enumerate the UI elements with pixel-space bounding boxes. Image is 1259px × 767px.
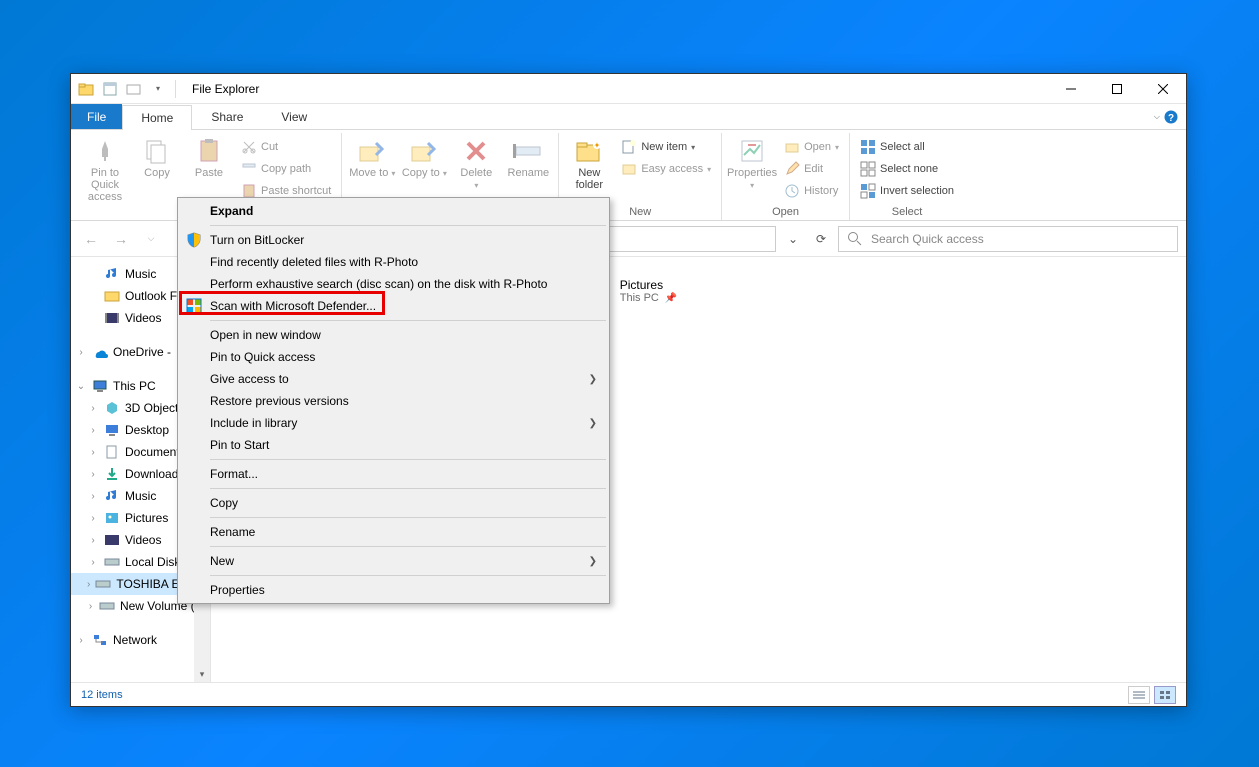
qat-properties-icon[interactable] <box>99 78 121 100</box>
ribbon-collapse-icon[interactable]: ⌵ <box>1154 112 1160 122</box>
submenu-arrow-icon: ❯ <box>589 374 597 385</box>
status-bar: 12 items <box>71 682 1186 706</box>
ctx-rphoto-find[interactable]: Find recently deleted files with R-Photo <box>180 251 607 273</box>
close-button[interactable] <box>1140 74 1186 104</box>
ribbon-tabs: File Home Share View ⌵ ? <box>71 104 1186 129</box>
window-title: File Explorer <box>192 82 259 96</box>
select-none-button[interactable]: Select none <box>856 159 958 179</box>
qat-customize-caret[interactable]: ▾ <box>147 78 169 100</box>
scroll-down-icon[interactable]: ▾ <box>194 666 210 682</box>
pin-icon: 📌 <box>665 293 677 304</box>
status-item-count: 12 items <box>81 689 123 701</box>
shield-icon <box>186 232 202 248</box>
view-details-button[interactable] <box>1128 686 1150 704</box>
pin-quick-access-button[interactable]: Pin to Quick access <box>81 135 129 203</box>
new-item-button[interactable]: New item ▾ <box>617 137 715 157</box>
nav-recent-caret[interactable]: ⌵ <box>139 227 163 251</box>
ctx-expand[interactable]: Expand <box>180 200 607 222</box>
refresh-icon[interactable]: ⟳ <box>810 227 832 251</box>
ctx-properties[interactable]: Properties <box>180 579 607 601</box>
tab-share[interactable]: Share <box>192 104 262 129</box>
delete-button[interactable]: Delete▾ <box>452 135 500 192</box>
tree-network[interactable]: ›Network <box>71 629 210 651</box>
defender-icon <box>186 298 202 314</box>
open-button[interactable]: Open ▾ <box>780 137 843 157</box>
paste-button[interactable]: Paste <box>185 135 233 179</box>
group-open-label: Open <box>772 206 799 220</box>
svg-text:✦: ✦ <box>594 141 601 150</box>
history-button[interactable]: History <box>780 181 843 201</box>
submenu-arrow-icon: ❯ <box>589 418 597 429</box>
move-to-button[interactable]: Move to ▾ <box>348 135 396 180</box>
search-placeholder: Search Quick access <box>871 232 984 246</box>
submenu-arrow-icon: ❯ <box>589 556 597 567</box>
minimize-button[interactable] <box>1048 74 1094 104</box>
context-menu: Expand Turn on BitLocker Find recently d… <box>177 197 610 604</box>
ctx-new[interactable]: New❯ <box>180 550 607 572</box>
nav-back-icon[interactable]: ← <box>79 227 103 251</box>
group-select-label: Select <box>892 206 923 220</box>
ctx-pin-start[interactable]: Pin to Start <box>180 434 607 456</box>
ctx-rename[interactable]: Rename <box>180 521 607 543</box>
maximize-button[interactable] <box>1094 74 1140 104</box>
addr-dropdown-icon[interactable]: ⌄ <box>782 227 804 251</box>
easy-access-button[interactable]: Easy access ▾ <box>617 159 715 179</box>
search-icon <box>847 231 863 247</box>
ctx-open-new-window[interactable]: Open in new window <box>180 324 607 346</box>
copy-to-button[interactable]: Copy to ▾ <box>400 135 448 180</box>
nav-forward-icon[interactable]: → <box>109 227 133 251</box>
ctx-format[interactable]: Format... <box>180 463 607 485</box>
tab-view[interactable]: View <box>262 104 326 129</box>
app-icon <box>75 78 97 100</box>
invert-selection-button[interactable]: Invert selection <box>856 181 958 201</box>
cut-button[interactable]: Cut <box>237 137 335 157</box>
ctx-bitlocker[interactable]: Turn on BitLocker <box>180 229 607 251</box>
help-icon[interactable]: ? <box>1164 110 1178 124</box>
titlebar: ▾ File Explorer <box>71 74 1186 104</box>
select-all-button[interactable]: Select all <box>856 137 958 157</box>
ctx-give-access[interactable]: Give access to❯ <box>180 368 607 390</box>
ctx-include-library[interactable]: Include in library❯ <box>180 412 607 434</box>
rename-button[interactable]: Rename <box>504 135 552 179</box>
properties-button[interactable]: Properties▾ <box>728 135 776 192</box>
ctx-rphoto-scan[interactable]: Perform exhaustive search (disc scan) on… <box>180 273 607 295</box>
tab-file[interactable]: File <box>71 104 122 129</box>
search-box[interactable]: Search Quick access <box>838 226 1178 252</box>
view-large-icons-button[interactable] <box>1154 686 1176 704</box>
qat-newfolder-icon[interactable] <box>123 78 145 100</box>
svg-text:?: ? <box>1168 113 1174 124</box>
copy-button[interactable]: Copy <box>133 135 181 179</box>
new-folder-button[interactable]: ✦ New folder <box>565 135 613 191</box>
ctx-copy[interactable]: Copy <box>180 492 607 514</box>
ctx-restore-versions[interactable]: Restore previous versions <box>180 390 607 412</box>
copy-path-button[interactable]: Copy path <box>237 159 335 179</box>
group-new-label: New <box>629 206 651 220</box>
tab-home[interactable]: Home <box>122 105 192 130</box>
ctx-pin-quick-access[interactable]: Pin to Quick access <box>180 346 607 368</box>
edit-button[interactable]: Edit <box>780 159 843 179</box>
ctx-defender[interactable]: Scan with Microsoft Defender... <box>180 295 607 317</box>
